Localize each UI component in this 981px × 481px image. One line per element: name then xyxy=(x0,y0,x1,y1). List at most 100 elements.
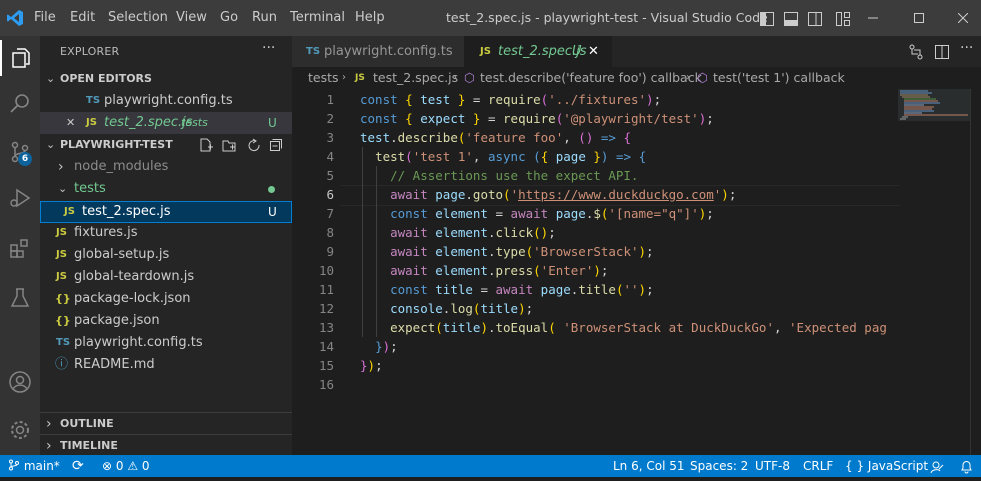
tree-item-label: fixtures.js xyxy=(74,225,138,240)
menu-view[interactable]: View xyxy=(176,0,207,36)
customize-layout-icon xyxy=(836,12,850,26)
feedback-icon[interactable] xyxy=(930,459,944,481)
json-file-icon: {} xyxy=(55,314,71,327)
menu-selection[interactable]: Selection xyxy=(108,0,168,36)
project-label: PLAYWRIGHT-TEST xyxy=(60,138,173,151)
collapse-all-icon xyxy=(270,139,282,151)
tree-item-file[interactable]: {} package-lock.json xyxy=(40,288,292,310)
toggle-secondary-sidebar-icon xyxy=(808,12,822,26)
tree-item-file[interactable]: TS playwright.config.ts xyxy=(40,332,292,354)
bell-icon[interactable] xyxy=(960,459,973,481)
menu-file[interactable]: File xyxy=(34,0,56,36)
menu-help[interactable]: Help xyxy=(355,0,385,36)
editor-area: TS playwright.config.ts JS test_2.spec.j… xyxy=(292,36,981,455)
timeline-section[interactable]: › TIMELINE xyxy=(40,434,292,457)
code-line: // Assertions use the expect API. xyxy=(390,168,639,183)
menu-terminal[interactable]: Terminal xyxy=(290,0,345,36)
eol-status[interactable]: CRLF xyxy=(803,455,833,477)
javascript-file-icon: JS xyxy=(56,227,67,238)
run-debug-icon[interactable] xyxy=(0,180,40,216)
tree-item-folder[interactable]: ⌄ tests xyxy=(40,178,292,200)
code-line: const { expect } = require('@playwright/… xyxy=(360,111,714,126)
vertical-scrollbar[interactable] xyxy=(970,89,981,455)
line-number: 12 xyxy=(318,301,334,316)
method-symbol-icon: ⬡ xyxy=(464,70,475,85)
code-line: const title = await page.title(''); xyxy=(390,282,654,297)
open-editors-section[interactable]: ⌄ OPEN EDITORS xyxy=(40,68,292,90)
source-control-icon[interactable]: 6 xyxy=(0,134,40,170)
close-icon[interactable]: ✕ xyxy=(66,112,75,134)
breadcrumb: tests › JS test_2.spec.js › ⬡ test.descr… xyxy=(292,67,981,89)
tab-playwright-config[interactable]: TS playwright.config.ts xyxy=(292,36,464,67)
tree-item-label: global-setup.js xyxy=(74,247,170,262)
minimize-icon[interactable] xyxy=(850,0,896,36)
indentation-status[interactable]: Spaces: 2 xyxy=(690,455,748,477)
explorer-sidebar: EXPLORER ··· ⌄ OPEN EDITORS TS playwrigh… xyxy=(40,36,292,455)
tree-item-file[interactable]: {} package.json xyxy=(40,310,292,332)
problems-status[interactable]: ⊗ 0 ⚠ 0 xyxy=(102,455,150,477)
line-number: 13 xyxy=(318,320,334,335)
chevron-right-icon: › xyxy=(686,72,690,83)
language-mode[interactable]: { } JavaScript xyxy=(845,455,928,477)
breadcrumb-item[interactable]: test('test 1') callback xyxy=(713,67,845,89)
tree-item-file[interactable]: JS global-teardown.js xyxy=(40,266,292,288)
close-icon[interactable]: ✕ xyxy=(588,36,599,67)
gear-icon[interactable] xyxy=(0,412,40,448)
project-section[interactable]: ⌄ PLAYWRIGHT-TEST xyxy=(40,134,292,156)
git-branch-icon xyxy=(9,459,19,471)
maximize-icon[interactable] xyxy=(896,0,942,36)
tab-test-spec[interactable]: JS test_2.spec.js U ✕ xyxy=(464,36,612,67)
code-line: console.log(title); xyxy=(390,301,534,316)
minimap[interactable] xyxy=(898,89,970,455)
javascript-file-icon: JS xyxy=(86,117,97,128)
breadcrumb-item[interactable]: tests xyxy=(308,67,339,89)
tab-label: playwright.config.ts xyxy=(324,44,453,59)
indent-guide xyxy=(362,147,363,337)
code-line: await element.click(); xyxy=(390,225,556,240)
sync-icon[interactable]: ⟳ xyxy=(72,455,84,477)
breadcrumb-item[interactable]: test_2.spec.js xyxy=(373,67,458,89)
breadcrumb-item[interactable]: test.describe('feature foo') callback xyxy=(480,67,702,89)
toggle-panel-icon xyxy=(784,12,798,26)
menu-edit[interactable]: Edit xyxy=(70,0,95,36)
tree-item-label: test_2.spec.js xyxy=(82,204,171,219)
menu-go[interactable]: Go xyxy=(220,0,238,36)
tree-item-file-selected[interactable]: JS test_2.spec.js U xyxy=(40,201,292,223)
chevron-down-icon: ⌄ xyxy=(58,182,68,195)
chevron-down-icon: ⌄ xyxy=(46,72,56,85)
close-window-icon[interactable] xyxy=(940,0,981,36)
cursor-position[interactable]: Ln 6, Col 51 xyxy=(613,455,685,477)
encoding-status[interactable]: UTF-8 xyxy=(755,455,790,477)
scm-badge: 6 xyxy=(18,152,32,166)
line-number: 10 xyxy=(318,263,334,278)
modified-dot xyxy=(268,186,275,193)
tree-item-file[interactable]: ⓘ README.md xyxy=(40,354,292,376)
split-editor-icon[interactable] xyxy=(934,44,950,64)
search-icon[interactable] xyxy=(0,86,40,122)
open-changes-icon[interactable] xyxy=(908,44,924,64)
code-line: const { test } = require('../fixtures'); xyxy=(360,92,662,107)
tree-item-file[interactable]: JS global-setup.js xyxy=(40,244,292,266)
more-actions-icon[interactable]: ··· xyxy=(960,40,973,56)
tree-item-file[interactable]: JS fixtures.js xyxy=(40,222,292,244)
menu-run[interactable]: Run xyxy=(252,0,277,36)
tree-item-label: package-lock.json xyxy=(74,291,191,306)
testing-icon[interactable] xyxy=(0,280,40,316)
code-line: test('test 1', async ({ page }) => { xyxy=(375,149,647,164)
line-number: 3 xyxy=(326,130,334,145)
branch-status[interactable]: main* xyxy=(8,455,60,477)
account-icon[interactable] xyxy=(0,364,40,400)
open-editor-name: test_2.spec.js xyxy=(104,115,193,130)
extensions-icon[interactable] xyxy=(0,230,40,266)
more-actions-icon[interactable]: ··· xyxy=(262,40,275,56)
tree-item-label: global-teardown.js xyxy=(74,269,195,284)
open-editor-name: playwright.config.ts xyxy=(104,93,233,108)
javascript-file-icon: JS xyxy=(64,206,75,217)
outline-section[interactable]: › OUTLINE xyxy=(40,412,292,435)
javascript-file-icon: JS xyxy=(355,73,365,83)
explorer-icon[interactable] xyxy=(0,40,40,76)
open-editor-item[interactable]: TS playwright.config.ts xyxy=(40,90,292,112)
open-editor-item[interactable]: ✕ JS test_2.spec.js tests U xyxy=(40,112,292,134)
javascript-file-icon: JS xyxy=(56,249,67,260)
tree-item-folder[interactable]: › node_modules xyxy=(40,156,292,178)
